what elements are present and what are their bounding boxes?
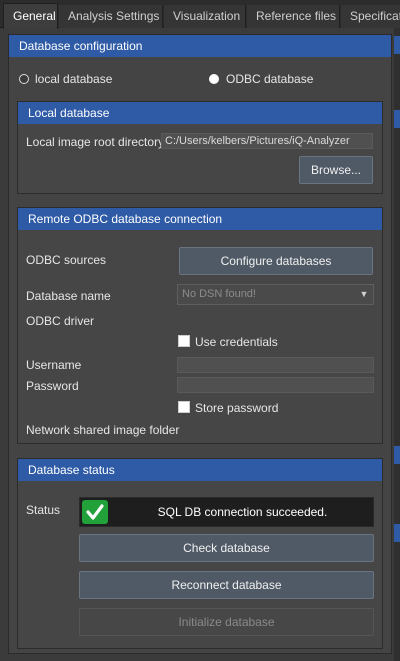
password-field[interactable] <box>177 377 374 393</box>
local-root-directory-label: Local image root directory <box>26 135 165 149</box>
database-name-label: Database name <box>26 289 111 303</box>
remote-odbc-header: Remote ODBC database connection <box>18 208 382 230</box>
database-name-value: No DSN found! <box>182 288 256 300</box>
check-icon <box>82 500 108 524</box>
tab-general[interactable]: General <box>3 3 58 29</box>
tab-analysis-settings[interactable]: Analysis Settings <box>59 5 163 28</box>
status-message: SQL DB connection succeeded. <box>157 505 328 519</box>
adjacent-panel-header-edge <box>394 524 400 542</box>
initialize-database-button[interactable]: Initialize database <box>79 608 374 636</box>
adjacent-panel-header-edge <box>394 110 400 128</box>
status-label: Status <box>26 503 61 517</box>
adjacent-panel-header-edge <box>394 446 400 464</box>
tab-visualization[interactable]: Visualization <box>164 5 246 28</box>
odbc-sources-label: ODBC sources <box>26 253 107 267</box>
password-label: Password <box>26 379 79 393</box>
tab-specifications[interactable]: Specificat <box>341 5 400 28</box>
local-database-radio[interactable] <box>19 74 29 84</box>
local-root-directory-field[interactable]: C:/Users/kelbers/Pictures/iQ-Analyzer <box>161 133 373 149</box>
store-password-label[interactable]: Store password <box>195 401 278 415</box>
local-database-label[interactable]: local database <box>35 72 112 86</box>
store-password-checkbox[interactable] <box>178 401 190 413</box>
odbc-database-radio[interactable] <box>209 74 219 84</box>
database-name-select[interactable]: No DSN found! ▼ <box>177 284 374 305</box>
use-credentials-label[interactable]: Use credentials <box>195 335 278 349</box>
tab-reference-files[interactable]: Reference files <box>247 5 340 28</box>
database-status-header: Database status <box>18 459 382 481</box>
check-database-button[interactable]: Check database <box>79 534 374 562</box>
odbc-database-label[interactable]: ODBC database <box>226 72 313 86</box>
username-label: Username <box>26 358 82 372</box>
chevron-down-icon[interactable]: ▼ <box>357 286 371 303</box>
tab-bar: General Analysis Settings Visualization … <box>0 0 400 29</box>
adjacent-panel-header-edge <box>394 36 400 54</box>
odbc-driver-label: ODBC driver <box>26 314 95 328</box>
configure-databases-button[interactable]: Configure databases <box>179 247 373 275</box>
reconnect-database-button[interactable]: Reconnect database <box>79 571 374 599</box>
username-field[interactable] <box>177 357 374 373</box>
network-shared-folder-label: Network shared image folder <box>26 423 180 437</box>
browse-button[interactable]: Browse... <box>299 156 373 184</box>
database-configuration-header: Database configuration <box>9 35 391 57</box>
status-message-box: SQL DB connection succeeded. <box>79 497 374 527</box>
use-credentials-checkbox[interactable] <box>178 335 190 347</box>
local-database-header: Local database <box>18 102 382 124</box>
